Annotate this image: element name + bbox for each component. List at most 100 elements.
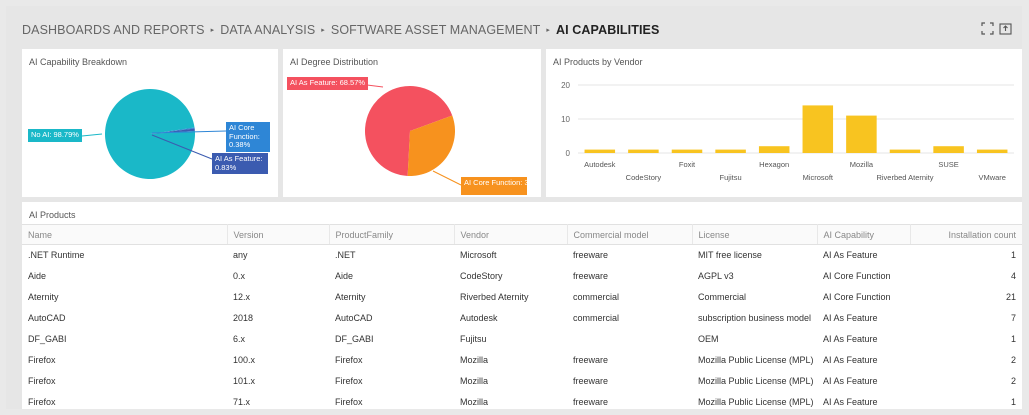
y-tick-label: 10: [561, 115, 570, 124]
x-tick-label: SUSE: [938, 160, 958, 169]
x-tick-label: Hexagon: [759, 160, 789, 169]
fullscreen-icon[interactable]: [981, 22, 994, 35]
cell-ai-capability: AI As Feature: [823, 376, 878, 386]
x-tick-label: Riverbed Aternity: [876, 173, 933, 182]
table-row[interactable]: Aternity 12.x Aternity Riverbed Aternity com…: [22, 287, 1022, 308]
cell-name: Aide: [28, 271, 47, 281]
pie-label-no-ai: No AI: 98.79%: [28, 129, 82, 142]
cell-name: Aternity: [28, 292, 59, 302]
breadcrumb-separator: ▸: [210, 27, 215, 34]
breadcrumb-separator: ▸: [546, 27, 551, 34]
cell-version: 12.x: [233, 292, 251, 302]
column-header-productfamily[interactable]: ProductFamily: [329, 224, 455, 245]
pie-label-ai-core-function: AI Core Function: 0.38%: [226, 122, 270, 152]
bar-foxit[interactable]: [671, 149, 703, 153]
cell-license: subscription business model: [698, 313, 812, 323]
table-row[interactable]: Firefox 100.x Firefox Mozilla freeware Mozill…: [22, 350, 1022, 371]
bar-hexagon[interactable]: [758, 146, 790, 153]
cell-productfamily: .NET: [335, 250, 356, 261]
pie-leader-line: [81, 133, 103, 137]
cell-installation-count: 1: [1010, 250, 1016, 261]
cell-name: Firefox: [28, 355, 56, 365]
pie-leader-line: [432, 170, 462, 186]
pie-slice-no-ai[interactable]: [104, 88, 195, 179]
column-header-version[interactable]: Version: [227, 224, 330, 245]
table-row[interactable]: AutoCAD 2018 AutoCAD Autodesk commercial subs…: [22, 308, 1022, 329]
cell-ai-capability: AI As Feature: [823, 334, 878, 344]
pie-leader-line: [366, 84, 384, 88]
column-header-vendor[interactable]: Vendor: [454, 224, 568, 245]
cell-vendor: Mozilla: [460, 397, 489, 407]
bar-autodesk[interactable]: [584, 149, 616, 153]
y-tick-label: 0: [566, 149, 571, 158]
cell-license: OEM: [698, 334, 719, 344]
header-actions: [981, 22, 1012, 35]
cell-vendor: Fujitsu: [460, 334, 487, 344]
breadcrumb-item-sam[interactable]: SOFTWARE ASSET MANAGEMENT: [331, 23, 540, 37]
cell-version: 71.x: [233, 397, 251, 407]
cell-productfamily: Aide: [335, 271, 354, 281]
column-header-installation-count[interactable]: Installation count: [910, 224, 1022, 245]
cell-version: 101.x: [233, 376, 256, 386]
cell-version: 100.x: [233, 355, 256, 365]
column-header-name[interactable]: Name: [22, 224, 228, 245]
cell-installation-count: 7: [1010, 313, 1016, 323]
table-header-row: Name Version ProductFamily Vendor Commercial…: [22, 224, 1022, 245]
bar-mozilla[interactable]: [846, 115, 877, 153]
table-row[interactable]: .NET Runtime any .NET Microsoft freeware MIT …: [22, 245, 1022, 266]
cell-vendor: Mozilla: [460, 376, 489, 386]
column-header-commercial-model[interactable]: Commercial model: [567, 224, 693, 245]
bar-riverbed-aternity[interactable]: [889, 149, 921, 153]
breadcrumb: DASHBOARDS AND REPORTS ▸ DATA ANALYSIS ▸…: [22, 18, 659, 42]
x-tick-label: Autodesk: [584, 160, 616, 169]
breadcrumb-current: AI CAPABILITIES: [556, 23, 660, 37]
cell-version: 6.x: [233, 334, 246, 344]
cell-name: DF_GABI: [28, 334, 67, 344]
cell-vendor: Microsoft: [460, 250, 497, 261]
cell-license: Mozilla Public License (MPL): [698, 397, 814, 407]
cell-commercial-model: commercial: [573, 313, 620, 323]
cell-ai-capability: AI As Feature: [823, 397, 878, 407]
table-row[interactable]: Aide 0.x Aide CodeStory freeware AGPL v3 AI Co…: [22, 266, 1022, 287]
column-header-ai-capability[interactable]: AI Capability: [817, 224, 911, 245]
x-tick-label: Mozilla: [850, 160, 874, 169]
cell-version: 0.x: [233, 271, 246, 281]
y-tick-label: 20: [561, 81, 570, 90]
vendor-bar-chart: 0 10 20 Autodesk CodeStory Foxit Fujitsu Hexago…: [561, 81, 1014, 182]
degree-distribution-panel: AI Degree Distribution AI As Feature: 68…: [283, 49, 541, 197]
export-icon[interactable]: [999, 22, 1012, 35]
cell-ai-capability: AI Core Function: [823, 271, 891, 281]
products-table-panel: AI Products Name Version ProductFamily Vend…: [22, 202, 1022, 409]
cell-productfamily: Firefox: [335, 397, 363, 407]
cell-installation-count: 4: [1010, 271, 1016, 281]
cell-commercial-model: freeware: [573, 271, 609, 281]
bar-suse[interactable]: [933, 146, 964, 153]
bar-microsoft[interactable]: [802, 105, 834, 153]
table-row[interactable]: Firefox 71.x Firefox Mozilla freeware Mozilla…: [22, 392, 1022, 410]
x-tick-label: VMware: [978, 173, 1006, 182]
bar-codestory[interactable]: [628, 149, 659, 153]
cell-productfamily: Aternity: [335, 292, 366, 302]
cell-version: 2018: [233, 313, 254, 323]
pie-label-ai-as-feature: AI As Feature: 0.83%: [212, 153, 268, 175]
table-row[interactable]: Firefox 101.x Firefox Mozilla freeware Mozill…: [22, 371, 1022, 392]
bar-fujitsu[interactable]: [715, 149, 746, 153]
capability-breakdown-panel: AI Capability Breakdown No AI: 98.79% AI…: [22, 49, 278, 197]
cell-name: .NET Runtime: [28, 250, 85, 261]
cell-commercial-model: freeware: [573, 355, 609, 365]
table-row[interactable]: DF_GABI 6.x DF_GABI Fujitsu OEM AI As Feature…: [22, 329, 1022, 350]
column-header-license[interactable]: License: [692, 224, 818, 245]
x-tick-label: Microsoft: [803, 173, 834, 182]
pie-label-ai-core-function: AI Core Function: 31.43%: [461, 177, 527, 195]
table-body: .NET Runtime any .NET Microsoft freeware MIT …: [22, 245, 1022, 410]
cell-installation-count: 2: [1010, 355, 1016, 365]
breadcrumb-item-dashboards[interactable]: DASHBOARDS AND REPORTS: [22, 23, 205, 37]
breadcrumb-item-data-analysis[interactable]: DATA ANALYSIS: [220, 23, 315, 37]
cell-vendor: Mozilla: [460, 355, 489, 365]
cell-installation-count: 2: [1010, 376, 1016, 386]
cell-license: MIT free license: [698, 250, 762, 261]
cell-commercial-model: freeware: [573, 397, 609, 407]
bar-vmware[interactable]: [976, 149, 1008, 153]
dashboard-frame: DASHBOARDS AND REPORTS ▸ DATA ANALYSIS ▸…: [6, 6, 1022, 409]
cell-ai-capability: AI As Feature: [823, 355, 878, 365]
